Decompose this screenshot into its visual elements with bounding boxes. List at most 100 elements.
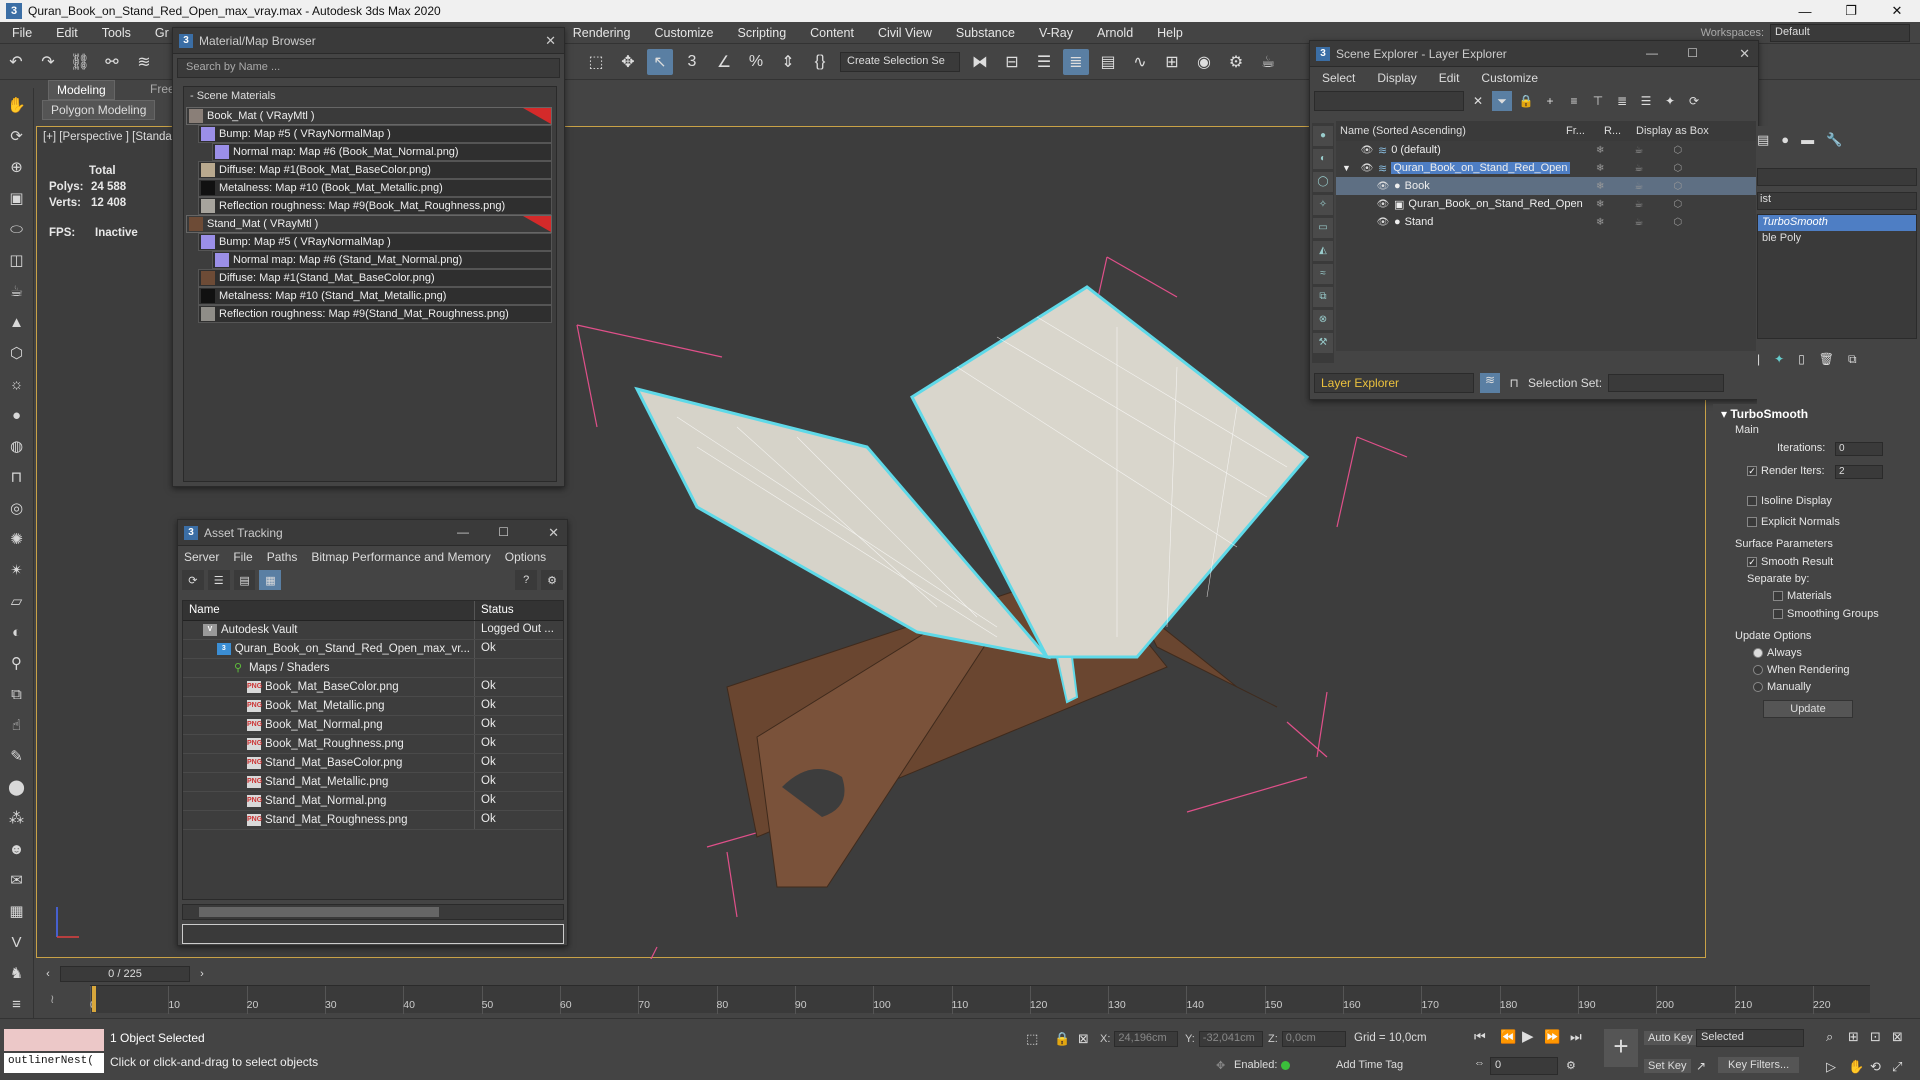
explicit-normals-checkbox[interactable] [1747,517,1757,528]
menu-edit[interactable]: Edit [44,26,90,40]
freeze-icon[interactable]: ❄ [1596,145,1604,156]
stack-item-editable-poly[interactable]: ble Poly [1758,231,1916,247]
object-name-field[interactable] [1757,168,1917,186]
eye-icon[interactable]: 👁 [1360,145,1374,156]
configure-sets-icon[interactable]: ⧉ [1848,352,1857,367]
helper-icon[interactable]: ⬡ [5,341,29,365]
scene-materials-header[interactable]: - Scene Materials [184,87,556,105]
box-display-icon[interactable]: ⬡ [1673,163,1682,174]
render-iters-checkbox[interactable]: ✓ [1747,466,1757,477]
time-tag-icon[interactable]: ✥ [1216,1059,1225,1072]
update-button[interactable]: Update [1763,700,1853,718]
menu-substance[interactable]: Substance [944,26,1027,40]
menu-help[interactable]: Help [1145,26,1195,40]
render-teapot-icon[interactable]: ☕ [1634,145,1643,156]
column-freeze[interactable]: Fr... [1566,125,1604,137]
zoom-viewport-icon[interactable]: ⌕ [1826,1029,1833,1045]
move-icon[interactable]: ✥ [615,49,641,75]
when-rendering-radio[interactable] [1753,665,1763,676]
ribbon-toggle-icon[interactable]: ▤ [1095,49,1121,75]
schematic-view-icon[interactable]: ⊞ [1159,49,1185,75]
pan-icon[interactable]: ✋ [5,93,29,117]
tab-modeling[interactable]: Modeling [48,80,115,100]
render-iters-spinner[interactable]: 2 [1835,465,1883,479]
layer-explorer-icon[interactable]: ≣ [1063,48,1089,75]
column-display-as-box[interactable]: Display as Box [1636,125,1709,137]
render-teapot-icon[interactable]: ☕ [1634,163,1643,174]
add-time-tag[interactable]: Add Time Tag [1336,1059,1403,1071]
select-move-icon[interactable]: ↖ [647,48,673,75]
smoothing-groups-checkbox[interactable] [1773,609,1783,620]
table-row[interactable]: PNG Stand_Mat_Roughness.png Ok [183,811,563,830]
edit-named-selection-icon[interactable]: {} [807,49,833,75]
minimize-button[interactable]: — [1646,46,1658,60]
list-item[interactable]: Bump: Map #5 ( VRayNormalMap ) [198,125,552,143]
column-name[interactable]: Name [183,601,475,620]
pan-view-icon[interactable]: ✋ [1848,1059,1864,1075]
isolate-selection-icon[interactable]: ⬚ [1026,1031,1038,1047]
pin-stack-icon[interactable]: | [1757,352,1760,367]
show-end-result-icon[interactable]: ✦ [1774,352,1784,367]
menu-vray[interactable]: V-Ray [1027,26,1085,40]
iterations-spinner[interactable]: 0 [1835,442,1883,456]
list-item[interactable]: Diffuse: Map #1(Book_Mat_BaseColor.png) [198,161,552,179]
curve-editor-toggle-icon[interactable]: ≀ [50,992,55,1006]
burst-icon[interactable]: ✴ [5,558,29,582]
box-display-icon[interactable]: ⬡ [1673,217,1682,228]
layer-row-default[interactable]: 👁 ≋ 0 (default) ❄ ☕ ⬡ [1336,141,1756,159]
material-search-input[interactable]: Search by Name ... [177,58,560,78]
menu-customize[interactable]: Customize [642,26,725,40]
list-item[interactable]: Metalness: Map #10 (Book_Mat_Metallic.pn… [198,179,552,197]
menu-arnold[interactable]: Arnold [1085,26,1145,40]
play-icon[interactable]: ▶ [1522,1027,1534,1045]
box-display-icon[interactable]: ⬡ [1673,145,1682,156]
display-bones-icon[interactable]: ⚒ [1313,333,1333,353]
minimize-button[interactable]: — [1782,0,1828,22]
render-teapot-icon[interactable]: ☕ [1634,217,1643,228]
help-icon[interactable]: ? [515,570,538,590]
menu-display[interactable]: Display [1377,71,1416,85]
angle-snap-icon[interactable]: ∠ [711,49,737,75]
maximize-button[interactable]: ☐ [1687,46,1698,60]
sun-icon[interactable]: ✺ [5,527,29,551]
key-filters-button[interactable]: Key Filters... [1718,1057,1800,1073]
column-name[interactable]: Name (Sorted Ascending) [1336,125,1566,137]
mirror-icon[interactable]: ⧓ [967,49,993,75]
pin-icon[interactable]: ⊓ [1506,376,1522,390]
create-tab-icon[interactable]: ▤ [1757,132,1769,148]
object-row-book[interactable]: 👁 ● Book ❄ ☕ ⬡ [1336,177,1756,195]
absolute-mode-icon[interactable]: ⊠ [1078,1031,1089,1047]
orbit-icon[interactable]: ⟳ [5,124,29,148]
particles-icon[interactable]: ⁂ [5,806,29,830]
undo-icon[interactable]: ↶ [3,49,29,75]
table-row[interactable]: ⚲ Maps / Shaders [183,659,563,678]
zoom-all-icon[interactable]: ⊞ [1848,1029,1859,1045]
skull-icon[interactable]: ☻ [5,837,29,861]
render-icon[interactable]: ☕ [1255,49,1281,75]
key-selection-dropdown[interactable]: Selected [1696,1029,1804,1047]
ball-icon[interactable]: ◐ [5,620,29,644]
display-groups-icon[interactable]: ⧉ [1313,287,1333,307]
prev-key-icon[interactable]: ⏪ [1500,1029,1516,1045]
freeze-icon[interactable]: ❄ [1596,199,1604,210]
percent-snap-icon[interactable]: % [743,49,769,75]
select-object-icon[interactable]: ⬚ [583,49,609,75]
snap-3d-icon[interactable]: 3 [679,49,705,75]
table-row[interactable]: PNG Stand_Mat_Metallic.png Ok [183,773,563,792]
stack-item-turbosmooth[interactable]: TurboSmooth [1758,215,1916,231]
orbit-view-icon[interactable]: ⟲ [1870,1059,1881,1075]
freeze-icon[interactable]: ❄ [1596,163,1604,174]
sphere-icon[interactable]: ● [5,403,29,427]
menu-rendering[interactable]: Rendering [561,26,643,40]
table-row[interactable]: V Autodesk Vault Logged Out ... [183,621,563,640]
collapse-arrow-icon[interactable]: ▼ [1342,163,1354,173]
freeze-icon[interactable]: ❄ [1596,217,1604,228]
prev-frame-icon[interactable]: ‹ [40,968,56,980]
layers-icon[interactable]: ≡ [1564,91,1584,111]
cylinder-icon[interactable]: ⬭ [5,217,29,241]
make-unique-icon[interactable]: ▯ [1798,352,1805,367]
bind-space-warp-icon[interactable]: ≋ [131,49,157,75]
object-row-stand[interactable]: 👁 ● Stand ❄ ☕ ⬡ [1336,213,1756,231]
box-display-icon[interactable]: ⬡ [1673,181,1682,192]
object-row-group[interactable]: 👁 ▣ Quran_Book_on_Stand_Red_Open ❄ ☕ ⬡ [1336,195,1756,213]
